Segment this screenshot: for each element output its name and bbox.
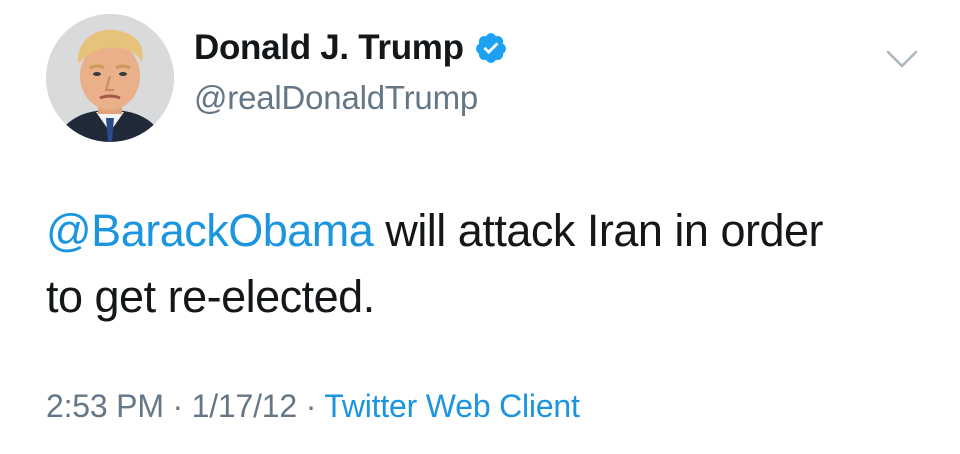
mention-link[interactable]: @BarackObama — [46, 205, 374, 256]
tweet-text-line2: to get re-elected. — [46, 271, 375, 322]
tweet-source-link[interactable]: Twitter Web Client — [324, 388, 580, 424]
tweet-time[interactable]: 2:53 PM — [46, 388, 164, 424]
tweet-card: Donald J. Trump @realDonaldTrump @Barack… — [0, 0, 960, 454]
tweet-text-line1: will attack Iran in order — [373, 205, 823, 256]
meta-separator: · — [297, 388, 325, 424]
profile-avatar[interactable] — [46, 14, 174, 142]
author-display-name[interactable]: Donald J. Trump — [194, 26, 464, 70]
tweet-meta: 2:53 PM · 1/17/12 · Twitter Web Client — [46, 384, 580, 428]
tweet-date[interactable]: 1/17/12 — [192, 388, 298, 424]
tweet-text: @BarackObama will attack Iran in order to… — [46, 198, 926, 330]
avatar-portrait-icon — [46, 14, 174, 142]
chevron-down-icon[interactable] — [884, 46, 920, 72]
author-handle[interactable]: @realDonaldTrump — [194, 76, 478, 120]
meta-separator: · — [163, 388, 192, 424]
verified-badge-icon — [474, 31, 508, 65]
author-name-row: Donald J. Trump — [194, 26, 508, 70]
